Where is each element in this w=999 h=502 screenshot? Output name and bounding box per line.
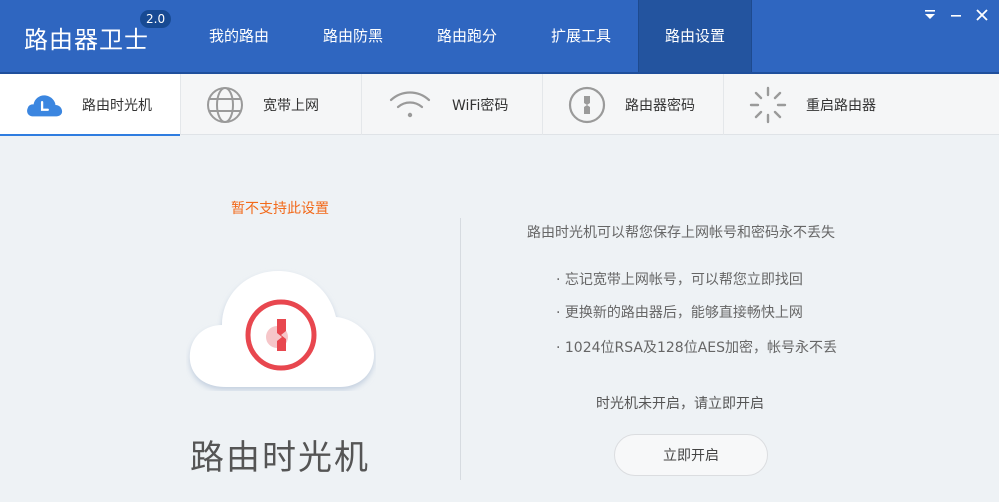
feature-title: 路由时光机	[190, 438, 370, 478]
tab-restart-router[interactable]: 重启路由器	[724, 74, 999, 135]
enable-now-button[interactable]: 立即开启	[614, 434, 768, 476]
not-supported-notice: 暂不支持此设置	[231, 201, 329, 217]
window-controls	[921, 8, 991, 26]
tab-label: 重启路由器	[806, 97, 876, 114]
tab-wifi-password[interactable]: WiFi密码	[362, 74, 543, 135]
feature-bullet: · 1024位RSA及128位AES加密，帐号永不丢	[556, 340, 838, 356]
menu-dropdown-icon[interactable]	[921, 8, 939, 26]
tab-time-machine[interactable]: 路由时光机	[0, 74, 181, 136]
settings-tabs: 路由时光机 宽带上网 WiFi密码 路由器密码 重启路由器	[0, 74, 999, 136]
minimize-icon[interactable]	[947, 8, 965, 26]
main-nav: 我的路由 路由防黑 路由跑分 扩展工具 路由设置	[182, 0, 752, 72]
nav-router-benchmark[interactable]: 路由跑分	[410, 0, 524, 72]
close-icon[interactable]	[973, 8, 991, 26]
title-bar: 路由器卫士 2.0 我的路由 路由防黑 路由跑分 扩展工具 路由设置	[0, 0, 999, 72]
version-badge: 2.0	[140, 10, 172, 28]
nav-router-defense[interactable]: 路由防黑	[296, 0, 410, 72]
tab-label: 路由器密码	[625, 97, 695, 114]
tab-label: 路由时光机	[82, 97, 152, 114]
nav-router-settings[interactable]: 路由设置	[638, 0, 752, 72]
time-machine-cloud-illustration	[186, 251, 376, 391]
tab-broadband[interactable]: 宽带上网	[181, 74, 362, 135]
restart-spinner-icon	[748, 85, 788, 125]
feature-bullet: · 忘记宽带上网帐号，可以帮您立即找回	[556, 272, 803, 288]
feature-bullet: · 更换新的路由器后，能够直接畅快上网	[556, 305, 803, 321]
wifi-icon	[386, 85, 434, 125]
time-machine-status: 时光机未开启，请立即开启	[596, 396, 764, 412]
app-title: 路由器卫士	[24, 26, 149, 54]
vertical-divider	[460, 218, 461, 480]
nav-extension-tools[interactable]: 扩展工具	[524, 0, 638, 72]
tab-label: WiFi密码	[452, 97, 509, 114]
cloud-clock-icon	[24, 85, 64, 125]
tab-router-password[interactable]: 路由器密码	[543, 74, 724, 135]
nav-my-router[interactable]: 我的路由	[182, 0, 296, 72]
globe-icon	[205, 85, 245, 125]
tab-label: 宽带上网	[263, 97, 319, 114]
main-panel: 暂不支持此设置 路由时光机 路由时光机可以帮您保存上网帐号和密码永不丢失 · 忘…	[0, 136, 999, 502]
key-circle-icon	[567, 85, 607, 125]
description-title: 路由时光机可以帮您保存上网帐号和密码永不丢失	[527, 225, 835, 241]
